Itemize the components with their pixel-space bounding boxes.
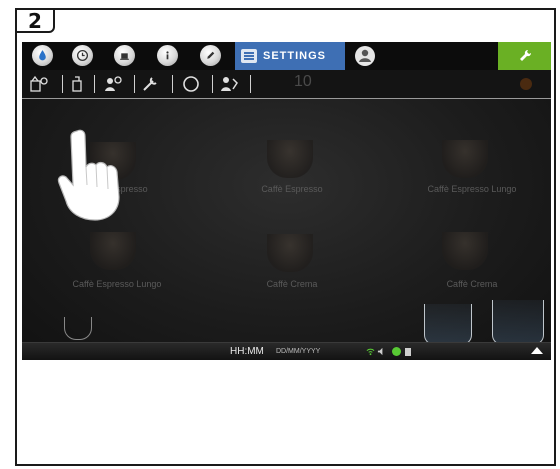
pointing-hand-icon <box>57 129 120 221</box>
beverage-label: Caffè Espresso <box>261 184 323 194</box>
beverage-cup <box>442 140 488 178</box>
water-drop-icon[interactable] <box>32 45 53 66</box>
beverage-cup <box>267 234 313 272</box>
beverage-cup <box>442 232 488 270</box>
submenu-divider <box>134 75 135 93</box>
tab-settings[interactable]: SETTINGS <box>235 42 345 70</box>
step-number-badge: 2 <box>15 8 55 33</box>
service-wrench-button[interactable] <box>498 42 551 70</box>
beverage-label: Caffè Crema <box>266 279 318 289</box>
submenu-divider <box>250 75 251 93</box>
beverage-label: Caffè Crema <box>446 279 498 289</box>
expand-up-icon[interactable] <box>531 347 543 354</box>
info-icon[interactable] <box>157 45 178 66</box>
beverage-label: Caffè Espresso Lungo <box>72 279 162 289</box>
user-profile-icon[interactable] <box>355 46 375 66</box>
submenu-counter: 10 <box>294 73 312 90</box>
wifi-icon <box>366 348 375 356</box>
settings-list-icon <box>241 49 257 63</box>
battery-icon <box>405 348 411 356</box>
machine-display: SETTINGS 10 Espresso Caffè Espresso Caff… <box>22 42 551 360</box>
faint-status-icon <box>520 78 532 90</box>
top-navigation-bar: SETTINGS <box>22 42 551 70</box>
submenu-divider <box>172 75 173 93</box>
brew-unit-icon[interactable] <box>66 74 88 94</box>
glass-cup <box>424 304 472 345</box>
settings-submenu-bar: 10 <box>22 70 551 99</box>
volume-icon <box>377 347 383 356</box>
glass-cup <box>492 300 544 345</box>
small-cup <box>64 317 92 340</box>
cup-icon[interactable] <box>114 45 135 66</box>
circle-icon[interactable] <box>180 74 202 94</box>
beverage-cup <box>267 140 313 178</box>
milk-system-icon[interactable] <box>218 74 240 94</box>
status-green-icon <box>392 347 401 356</box>
settings-tab-label: SETTINGS <box>263 50 327 62</box>
clock-date: DD/MM/YYYY <box>276 348 321 355</box>
submenu-divider <box>62 75 63 93</box>
submenu-divider <box>212 75 213 93</box>
beverage-cup <box>90 232 136 270</box>
beans-grinder-icon[interactable] <box>28 74 50 94</box>
wrench-icon <box>519 49 531 61</box>
clock-icon[interactable] <box>72 45 93 66</box>
status-bar: HH:MM DD/MM/YYYY <box>22 342 551 360</box>
clock-time: HH:MM <box>230 346 264 357</box>
pencil-icon[interactable] <box>200 45 221 66</box>
wrench-icon[interactable] <box>140 74 162 94</box>
submenu-divider <box>94 75 95 93</box>
service-tools-icon[interactable] <box>102 74 124 94</box>
beverage-label: Caffè Espresso Lungo <box>427 184 517 194</box>
